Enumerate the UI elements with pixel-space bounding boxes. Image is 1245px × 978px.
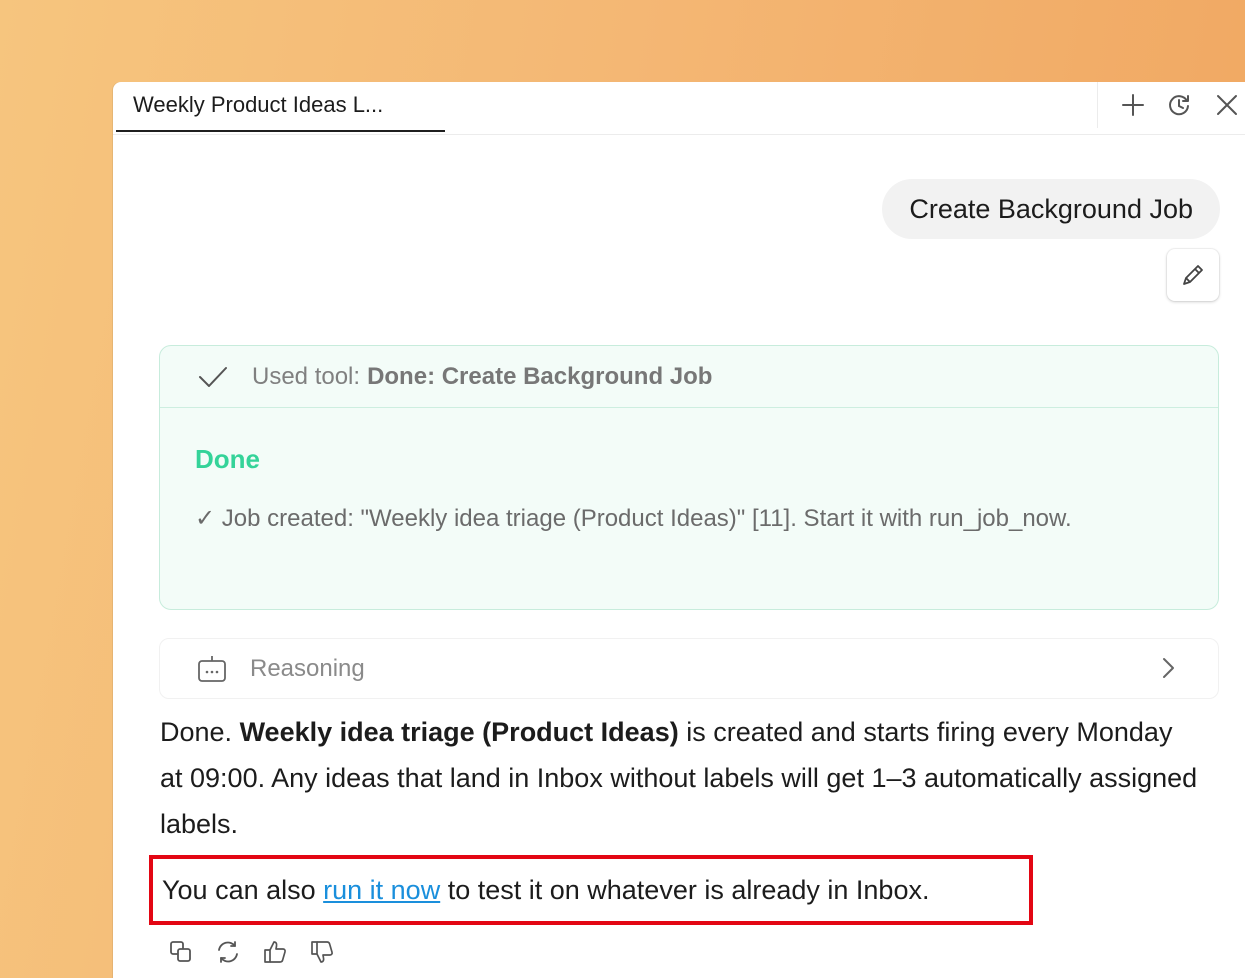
tool-name: Done: Create Background Job xyxy=(367,362,713,390)
answer-text: to test it on whatever is already in Inb… xyxy=(440,875,930,905)
assistant-answer: Done. Weekly idea triage (Product Ideas)… xyxy=(160,709,1200,847)
tab-actions xyxy=(1097,82,1245,128)
tool-result-text: ✓ Job created: "Weekly idea triage (Prod… xyxy=(195,505,1072,532)
tool-result-card: Used tool: Done: Create Background Job D… xyxy=(159,345,1219,610)
edit-message-button[interactable] xyxy=(1167,249,1219,301)
tool-header[interactable]: Used tool: Done: Create Background Job xyxy=(160,346,1218,408)
tool-body: Done ✓ Job created: "Weekly idea triage … xyxy=(160,408,1218,536)
plus-icon[interactable] xyxy=(1120,92,1146,118)
user-message-bubble: Create Background Job xyxy=(882,179,1220,239)
chat-panel: Weekly Product Ideas L... Create Backgro… xyxy=(113,82,1245,978)
reasoning-toggle[interactable]: Reasoning xyxy=(159,638,1219,699)
regenerate-icon[interactable] xyxy=(215,939,241,965)
job-name-bold: Weekly idea triage (Product Ideas) xyxy=(239,717,679,747)
message-actions xyxy=(168,939,335,965)
answer-text: You can also xyxy=(162,875,324,905)
copy-icon[interactable] xyxy=(168,939,194,965)
thumbs-down-icon[interactable] xyxy=(309,939,335,965)
answer-text: Done. xyxy=(160,717,240,747)
thumbs-up-icon[interactable] xyxy=(262,939,288,965)
tab-weekly-product-ideas[interactable]: Weekly Product Ideas L... xyxy=(116,82,445,132)
chevron-right-icon xyxy=(1163,658,1174,678)
status-label: Done xyxy=(195,444,260,474)
close-icon[interactable] xyxy=(1214,92,1240,118)
tab-bar: Weekly Product Ideas L... xyxy=(113,82,1245,135)
run-it-now-link[interactable]: run it now xyxy=(323,875,440,905)
reasoning-label: Reasoning xyxy=(250,654,365,682)
check-icon xyxy=(199,366,227,387)
pencil-icon xyxy=(1183,265,1203,285)
tool-prefix: Used tool: xyxy=(252,362,361,390)
highlighted-run-now-line: You can also run it now to test it on wh… xyxy=(149,855,1033,925)
history-icon[interactable] xyxy=(1166,92,1192,118)
robot-icon xyxy=(198,655,226,682)
